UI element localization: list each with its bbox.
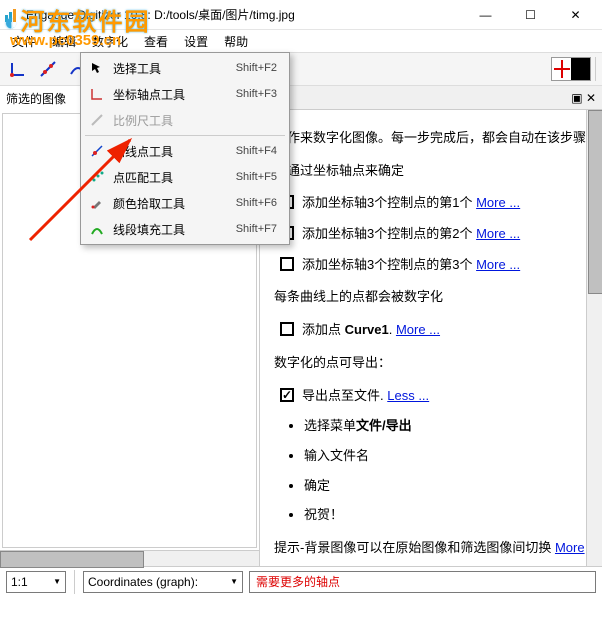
- chevron-down-icon: ▼: [230, 577, 238, 586]
- close-button[interactable]: ✕: [553, 1, 598, 29]
- horizontal-scrollbar[interactable]: [0, 550, 259, 566]
- chevron-down-icon: ▼: [53, 577, 61, 586]
- menu-scale-tool: 比例尺工具: [81, 107, 289, 133]
- add-point-row: 添加点 Curve1. More ...: [280, 318, 588, 343]
- checkbox-icon[interactable]: [280, 322, 294, 336]
- curvepoint-icon: [87, 142, 107, 160]
- list-item: 祝贺！: [304, 503, 588, 528]
- list-item: 选择菜单文件/导出: [304, 414, 588, 439]
- axis-point-1-text: 添加坐标轴3个控制点的第1个: [302, 195, 472, 210]
- menu-segment-fill-tool[interactable]: 线段填充工具 Shift+F7: [81, 216, 289, 242]
- picker-icon: [87, 194, 107, 212]
- app-icon: [4, 7, 20, 23]
- axis-point-3-text: 添加坐标轴3个控制点的第3个: [302, 257, 472, 272]
- axis-point-1-row: 添加坐标轴3个控制点的第1个 More ...: [280, 191, 588, 216]
- tool-point-icon[interactable]: [34, 55, 62, 83]
- more-link[interactable]: More ...: [476, 226, 520, 241]
- fill-icon: [87, 220, 107, 238]
- addpt-text-a: 添加点: [302, 322, 345, 337]
- menu-file[interactable]: 文件: [4, 31, 44, 52]
- titlebar: Engauge Digitizer 10.8: D:/tools/桌面/图片/t…: [0, 0, 602, 30]
- menu-point-match-tool[interactable]: 点匹配工具 Shift+F5: [81, 164, 289, 190]
- axis-icon: [87, 85, 107, 103]
- tool-axis-icon[interactable]: [4, 55, 32, 83]
- addpt-curve-name: Curve1: [345, 322, 389, 337]
- zoom-selector[interactable]: 1:1 ▼: [6, 571, 66, 593]
- menu-separator: [85, 135, 285, 136]
- menu-color-picker-tool[interactable]: 颜色拾取工具 Shift+F6: [81, 190, 289, 216]
- menu-select-tool[interactable]: 选择工具 Shift+F2: [81, 55, 289, 81]
- guide-export-intro: 数字化的点可导出：: [274, 351, 588, 376]
- cursor-icon: [87, 59, 107, 77]
- menu-view[interactable]: 查看: [136, 31, 176, 52]
- match-icon: [87, 168, 107, 186]
- list-item: 确定: [304, 474, 588, 499]
- ruler-icon: [87, 111, 107, 129]
- window-title: Engauge Digitizer 10.8: D:/tools/桌面/图片/t…: [26, 6, 463, 23]
- minimize-button[interactable]: —: [463, 1, 508, 29]
- step1a: 选择菜单: [304, 418, 356, 433]
- axis-point-2-text: 添加坐标轴3个控制点的第2个: [302, 226, 472, 241]
- menu-help[interactable]: 帮助: [216, 31, 256, 52]
- addpt-text-b: .: [389, 322, 393, 337]
- coordinate-label: Coordinates (graph):: [88, 575, 198, 589]
- checkbox-checked-icon[interactable]: [280, 388, 294, 402]
- menu-digitize[interactable]: 数字化: [84, 31, 136, 52]
- more-link[interactable]: More ...: [476, 257, 520, 272]
- coordinate-mode-selector[interactable]: Coordinates (graph): ▼: [83, 571, 243, 593]
- list-item: 输入文件名: [304, 444, 588, 469]
- guide-content: 操作来数字化图像。每一步完成后，都会自动在该步骤 系通过坐标轴点来确定 添加坐标…: [260, 110, 602, 566]
- step1b: 文件/导出: [356, 418, 412, 433]
- guide-intro: 操作来数字化图像。每一步完成后，都会自动在该步骤: [274, 126, 588, 151]
- menubar: 文件 编辑 数字化 查看 设置 帮助: [0, 30, 602, 52]
- statusbar: 1:1 ▼ Coordinates (graph): ▼ 需要更多的轴点: [0, 566, 602, 596]
- export-steps: 选择菜单文件/导出 输入文件名 确定 祝贺！: [304, 414, 588, 528]
- more-link[interactable]: More ...: [396, 322, 440, 337]
- less-link[interactable]: Less ...: [387, 388, 429, 403]
- status-separator: [74, 570, 75, 594]
- more-link[interactable]: More ...: [476, 195, 520, 210]
- checkbox-icon[interactable]: [280, 257, 294, 271]
- right-pane: 指南 ▣ ✕ 操作来数字化图像。每一步完成后，都会自动在该步骤 系通过坐标轴点来…: [260, 86, 602, 566]
- guide-header: 指南 ▣ ✕: [260, 86, 602, 110]
- export-row: 导出点至文件. Less ...: [280, 384, 588, 409]
- export-text: 导出点至文件.: [302, 388, 384, 403]
- status-message: 需要更多的轴点: [249, 571, 596, 593]
- menu-edit[interactable]: 编辑: [44, 31, 84, 52]
- menu-settings[interactable]: 设置: [176, 31, 216, 52]
- guide-hint: 提示-背景图像可以在原始图像和筛选图像间切换 More ...: [274, 536, 588, 566]
- digitize-dropdown: 选择工具 Shift+F2 坐标轴点工具 Shift+F3 比例尺工具 曲线点工…: [80, 52, 290, 245]
- panel-controls[interactable]: ▣ ✕: [571, 91, 596, 105]
- menu-axis-tool[interactable]: 坐标轴点工具 Shift+F3: [81, 81, 289, 107]
- axis-point-2-row: 添加坐标轴3个控制点的第2个 More ...: [280, 222, 588, 247]
- guide-axis-intro: 系通过坐标轴点来确定: [274, 159, 588, 184]
- zoom-value: 1:1: [11, 575, 28, 589]
- color-swatch-red-black[interactable]: [551, 57, 591, 81]
- menu-curve-point-tool[interactable]: 曲线点工具 Shift+F4: [81, 138, 289, 164]
- guide-curve-intro: 每条曲线上的点都会被数字化: [274, 285, 588, 310]
- maximize-button[interactable]: ☐: [508, 1, 553, 29]
- vertical-scrollbar[interactable]: [586, 110, 602, 566]
- axis-point-3-row: 添加坐标轴3个控制点的第3个 More ...: [280, 253, 588, 278]
- toolbar-separator: [595, 57, 596, 81]
